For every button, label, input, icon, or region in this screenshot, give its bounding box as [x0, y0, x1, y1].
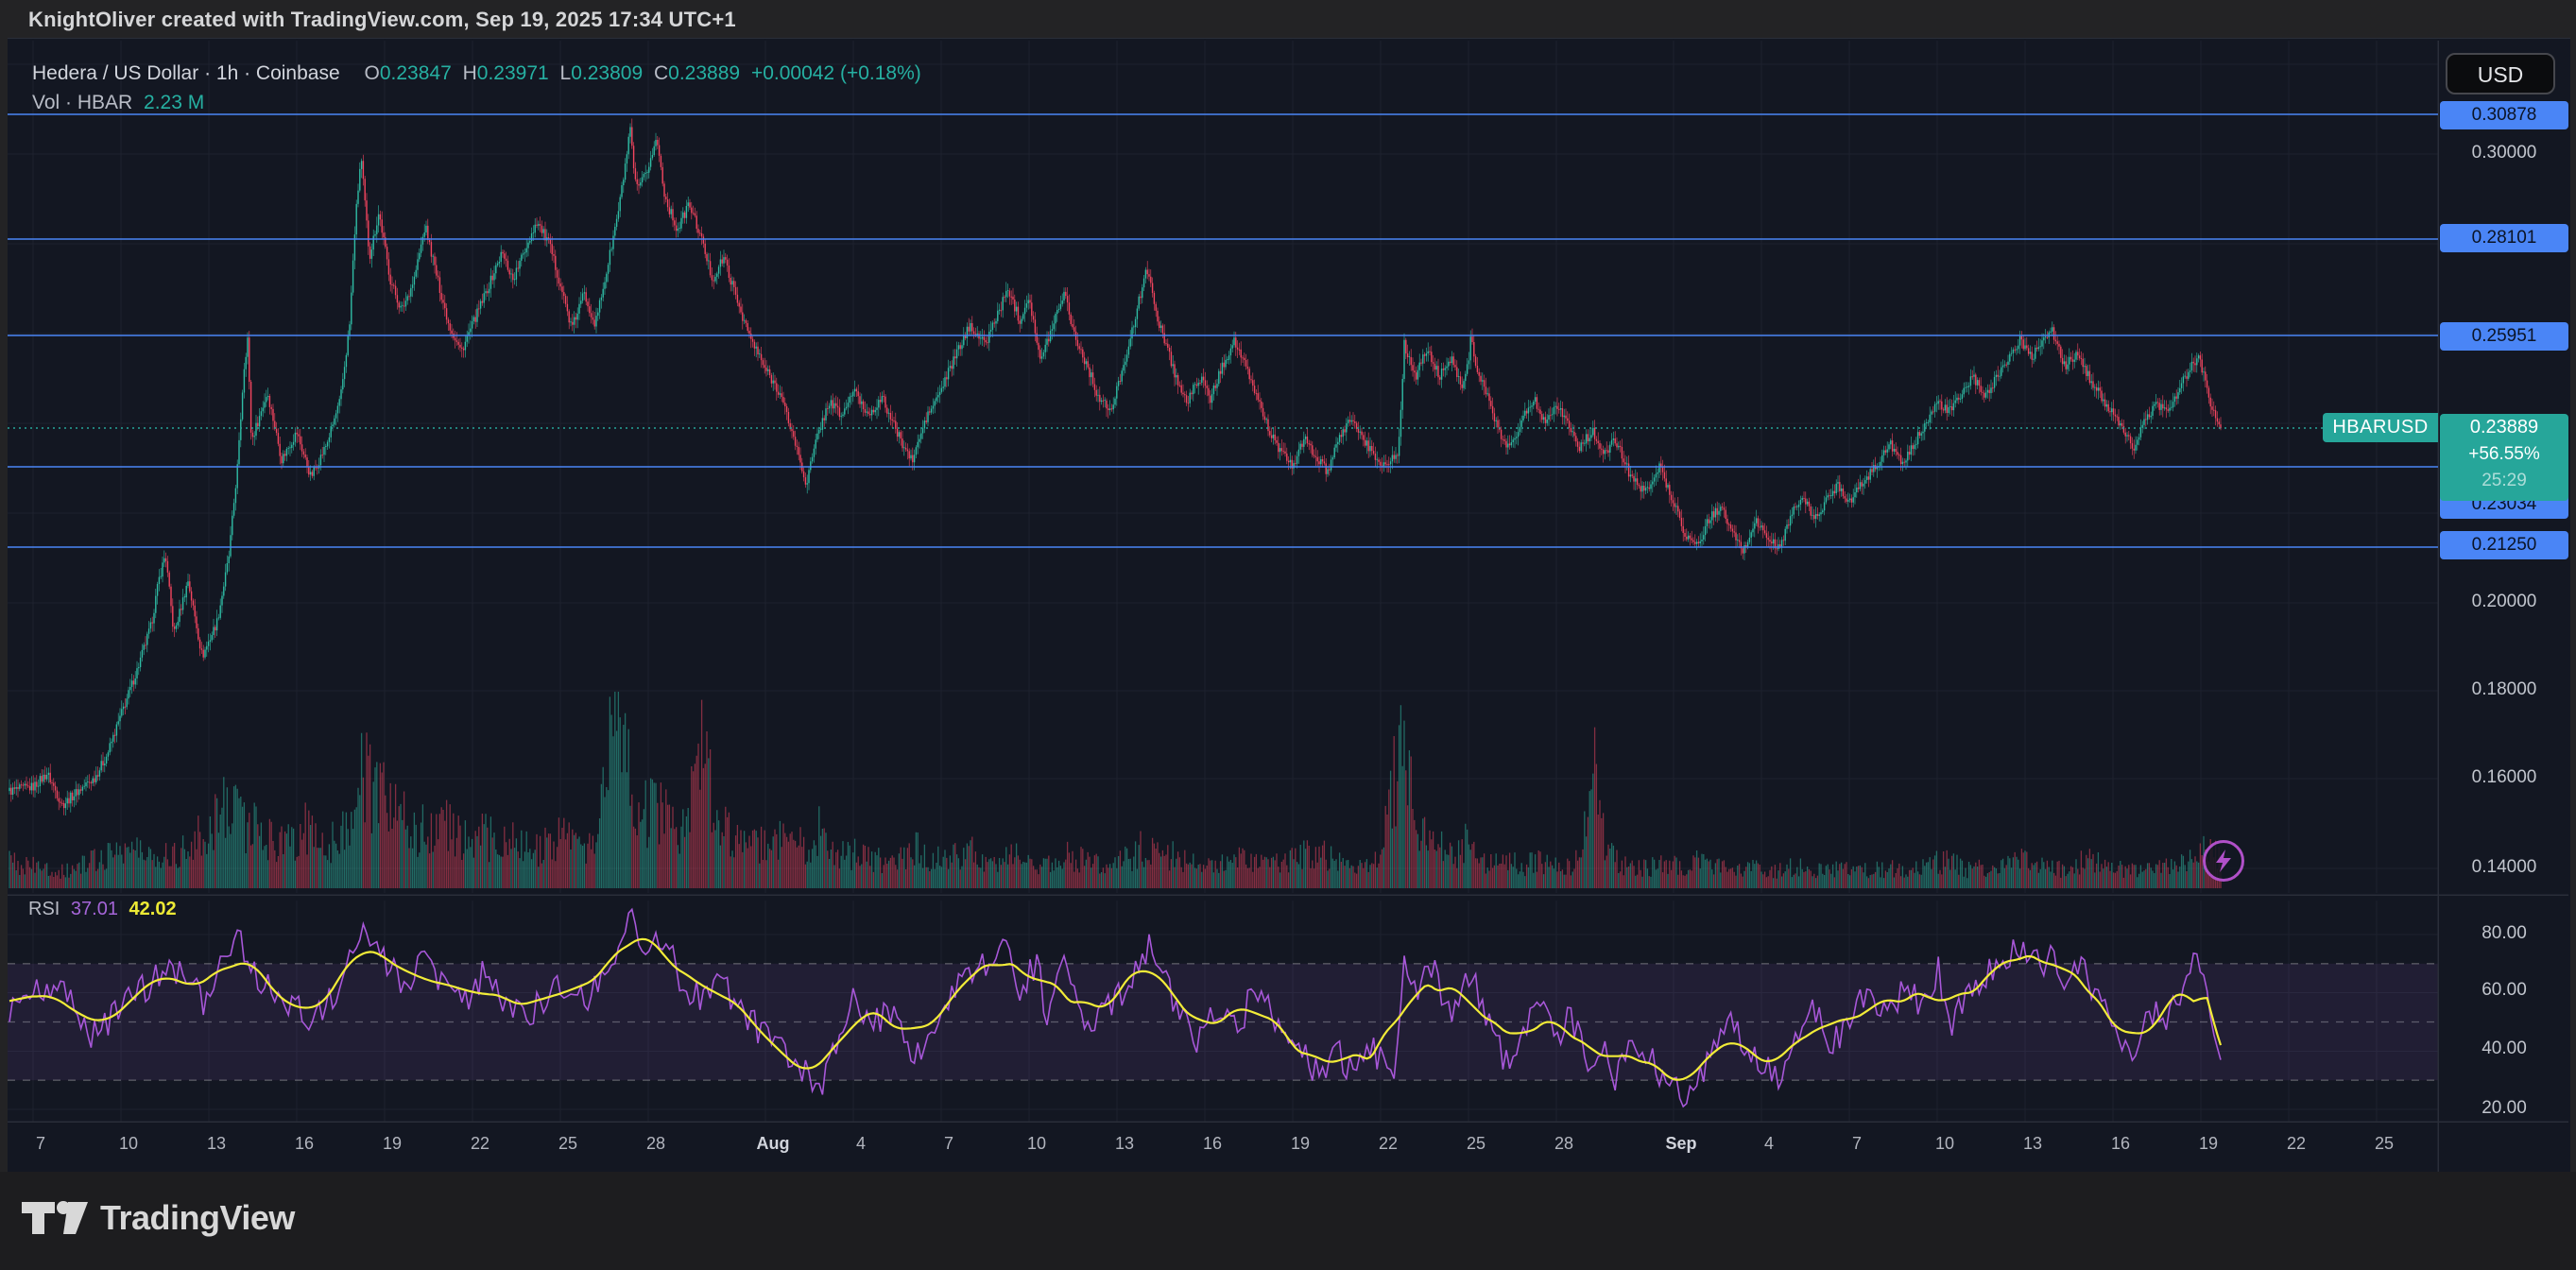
lightning-bolt-icon: [2206, 843, 2241, 879]
time-axis-label: 28: [1554, 1134, 1573, 1154]
rsi-value: 37.01: [71, 899, 118, 919]
price-axis-label: 0.18000: [2440, 679, 2568, 700]
time-axis-label: 16: [2111, 1134, 2130, 1154]
time-axis-label: 4: [856, 1134, 866, 1154]
bar-countdown: 25:29: [2440, 468, 2568, 493]
time-axis-label: 25: [1467, 1134, 1485, 1154]
time-axis-label: Sep: [1665, 1134, 1696, 1154]
open-label: O: [365, 62, 380, 84]
time-axis-label: 4: [1764, 1134, 1774, 1154]
time-axis-label: Aug: [757, 1134, 790, 1154]
alert-price-label: 0.28101: [2440, 224, 2568, 252]
volume-series: [9, 692, 2221, 888]
time-axis-label: 19: [383, 1134, 402, 1154]
attribution-text: KnightOliver created with TradingView.co…: [28, 8, 736, 32]
change-value: +0.00042 (+0.18%): [751, 62, 921, 84]
symbol-title[interactable]: Hedera / US Dollar · 1h · Coinbase: [32, 62, 340, 84]
open-value: 0.23847: [380, 62, 452, 84]
price-axis-label: 0.20000: [2440, 592, 2568, 612]
rsi-legend-row: RSI 37.01 42.02: [28, 899, 182, 920]
brand-name: TradingView: [100, 1198, 295, 1238]
time-axis-label: 10: [119, 1134, 138, 1154]
rsi-axis-label: 40.00: [2440, 1038, 2568, 1059]
last-price: 0.23889: [2440, 414, 2568, 441]
alert-price-label: 0.21250: [2440, 531, 2568, 559]
alert-price-lines[interactable]: [8, 114, 2438, 547]
tradingview-snapshot: KnightOliver created with TradingView.co…: [0, 0, 2576, 1270]
rsi-axis-label: 20.00: [2440, 1098, 2568, 1119]
volume-label[interactable]: Vol · HBAR: [32, 92, 132, 113]
time-axis-label: 19: [2199, 1134, 2218, 1154]
tradingview-mark-icon: [21, 1199, 89, 1237]
change-percent: +56.55%: [2440, 441, 2568, 468]
chart-canvas[interactable]: [8, 39, 2570, 1173]
grid-lines: [8, 41, 2438, 1122]
alert-price-label: 0.25951: [2440, 322, 2568, 351]
header-strip: KnightOliver created with TradingView.co…: [0, 0, 2576, 38]
time-axis-label: 22: [2287, 1134, 2306, 1154]
price-axis-label: 0.14000: [2440, 857, 2568, 878]
high-label: H: [463, 62, 477, 84]
time-axis-label: 16: [1203, 1134, 1222, 1154]
alert-price-label: 0.30878: [2440, 101, 2568, 129]
time-axis-label: 25: [2375, 1134, 2394, 1154]
tradingview-logo[interactable]: TradingView: [21, 1198, 295, 1238]
flash-icon[interactable]: [2203, 840, 2244, 882]
symbol-legend-row: Hedera / US Dollar · 1h · Coinbase O0.23…: [32, 62, 927, 85]
time-axis-label: 10: [1027, 1134, 1046, 1154]
symbol-price-tag: HBARUSD: [2323, 413, 2438, 442]
time-axis-label: 13: [1115, 1134, 1134, 1154]
rsi-axis-label: 80.00: [2440, 923, 2568, 944]
time-axis-label: 16: [295, 1134, 314, 1154]
chart-surface[interactable]: [8, 38, 2570, 1173]
volume-value: 2.23 M: [144, 92, 204, 113]
price-axis-label: 0.30000: [2440, 143, 2568, 163]
currency-toggle-button[interactable]: USD: [2446, 53, 2555, 94]
low-value: 0.23809: [571, 62, 643, 84]
time-axis-label: 19: [1291, 1134, 1310, 1154]
time-axis-label: 13: [2023, 1134, 2042, 1154]
volume-legend-row: Vol · HBAR 2.23 M: [32, 92, 210, 114]
time-axis-label: 13: [207, 1134, 226, 1154]
time-axis-label: 10: [1935, 1134, 1954, 1154]
time-axis-label: 7: [944, 1134, 953, 1154]
time-axis-label: 22: [1379, 1134, 1398, 1154]
low-label: L: [560, 62, 572, 84]
close-value: 0.23889: [668, 62, 740, 84]
time-axis-label: 25: [558, 1134, 577, 1154]
time-axis-label: 7: [36, 1134, 45, 1154]
time-axis-label: 7: [1852, 1134, 1862, 1154]
price-axis-label: 0.16000: [2440, 767, 2568, 788]
last-price-box: 0.23889 +56.55% 25:29: [2440, 414, 2568, 501]
footer-strip: TradingView: [0, 1172, 2576, 1270]
rsi-ma-value: 42.02: [129, 899, 177, 919]
close-label: C: [654, 62, 668, 84]
high-value: 0.23971: [477, 62, 549, 84]
time-axis-label: 22: [471, 1134, 489, 1154]
rsi-label[interactable]: RSI: [28, 899, 60, 919]
rsi-axis-label: 60.00: [2440, 980, 2568, 1001]
time-axis-label: 28: [646, 1134, 665, 1154]
